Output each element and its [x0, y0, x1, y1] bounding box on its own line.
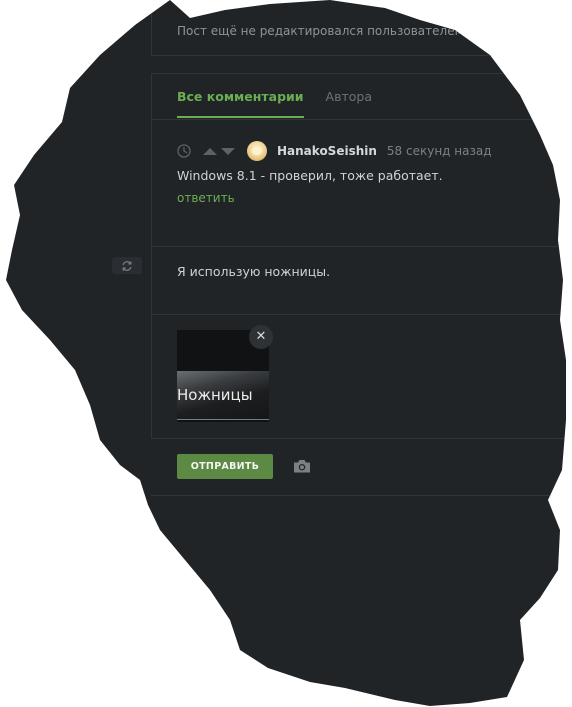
camera-icon[interactable] [293, 458, 311, 474]
refresh-icon [121, 260, 133, 272]
composer-divider [152, 246, 572, 247]
comment-input[interactable]: Я использую ножницы. [177, 264, 330, 279]
vote-down-icon[interactable] [221, 148, 235, 155]
vote-up-icon[interactable] [203, 148, 217, 155]
submit-button[interactable]: ОТПРАВИТЬ [177, 454, 273, 479]
clock-icon [177, 144, 191, 158]
reply-link[interactable]: ответить [177, 191, 235, 205]
comment-time: 58 секунд назад [386, 144, 492, 158]
comments-panel: Все комментарии Автора HanakoSeishin 58 … [151, 73, 572, 439]
tabs-divider [152, 119, 572, 120]
comment-text: Windows 8.1 - проверил, тоже работает. [177, 168, 443, 183]
thumbnail-label: Ножницы [177, 386, 253, 404]
comment-header: HanakoSeishin 58 секунд назад [177, 140, 492, 162]
edit-status-note: Пост ещё не редактировался пользователем [177, 24, 464, 38]
remove-attachment-button[interactable]: ✕ [249, 325, 273, 349]
comment-tabs: Все комментарии Автора [177, 88, 372, 118]
screenshot-frame: Пост ещё не редактировался пользователем… [0, 0, 572, 707]
thumbnail-underline [177, 419, 269, 420]
attachments-divider [152, 314, 572, 315]
comment-author[interactable]: HanakoSeishin [277, 144, 377, 158]
avatar[interactable] [247, 141, 267, 161]
close-icon: ✕ [255, 329, 267, 344]
tab-author[interactable]: Автора [326, 88, 372, 118]
footer-divider [151, 495, 572, 496]
refresh-button[interactable] [112, 257, 142, 274]
tab-all-comments[interactable]: Все комментарии [177, 88, 304, 118]
